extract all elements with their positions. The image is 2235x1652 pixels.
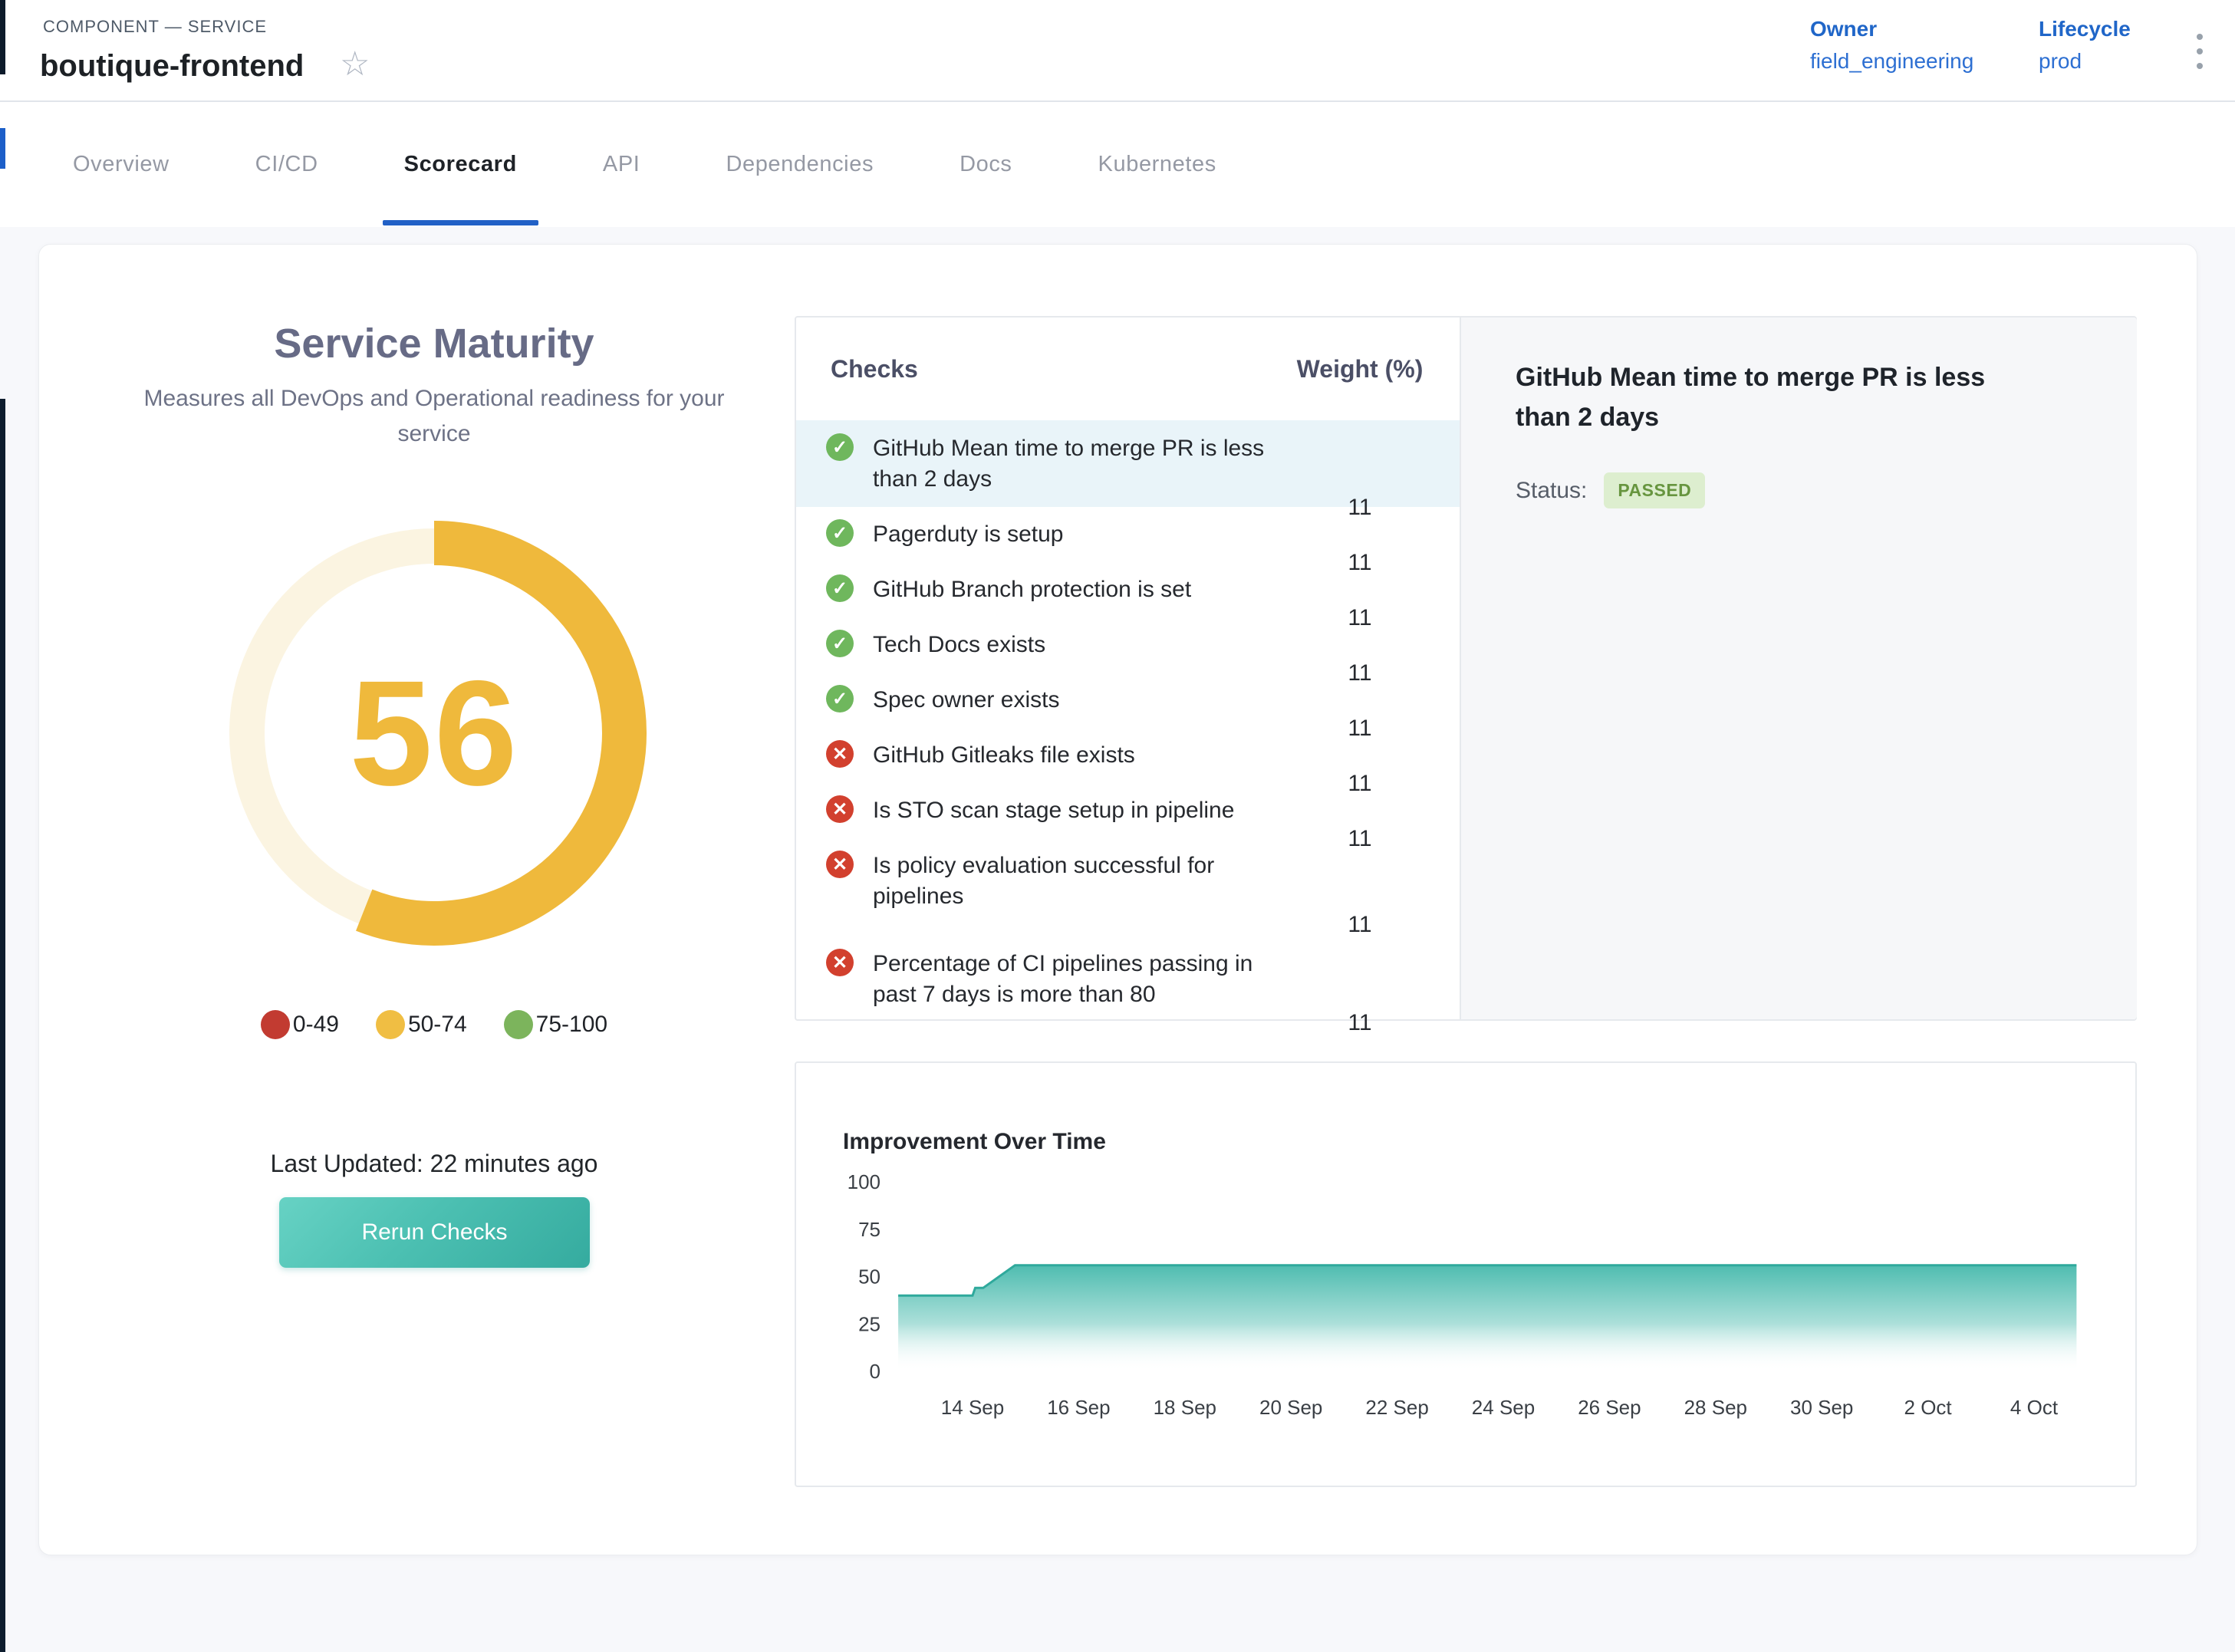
svg-text:30 Sep: 30 Sep (1790, 1396, 1853, 1419)
check-failed-icon: ✕ (826, 740, 854, 768)
score-donut-chart: 56 (196, 495, 672, 971)
legend-item: 75-100 (504, 1010, 607, 1039)
tab-kubernetes[interactable]: Kubernetes (1098, 102, 1216, 227)
check-passed-icon: ✓ (826, 630, 854, 657)
tab-ci-cd[interactable]: CI/CD (255, 102, 318, 227)
legend-dot-icon (376, 1010, 405, 1039)
svg-text:24 Sep: 24 Sep (1472, 1396, 1535, 1419)
svg-text:20 Sep: 20 Sep (1259, 1396, 1322, 1419)
check-name: GitHub Gitleaks file exists (873, 740, 1272, 771)
svg-text:22 Sep: 22 Sep (1365, 1396, 1428, 1419)
lifecycle-value: prod (2039, 49, 2131, 74)
check-row[interactable]: ✓ GitHub Mean time to merge PR is less th… (796, 420, 1460, 507)
tab-scorecard[interactable]: Scorecard (404, 102, 517, 227)
checks-list: ✓ GitHub Mean time to merge PR is less th… (796, 420, 1460, 1035)
check-name: GitHub Branch protection is set (873, 574, 1272, 605)
improvement-area-chart: 0 25 50 75 100 14 Sep 16 Sep 18 Sep 20 Sep 22 Sep… (796, 1063, 2138, 1489)
check-row[interactable]: ✓Pagerduty is setup11 (796, 507, 1460, 562)
check-row[interactable]: ✕ Is policy evaluation successful for pip… (796, 838, 1460, 936)
tab-dependencies[interactable]: Dependencies (726, 102, 874, 227)
checks-column-header: Checks (831, 355, 918, 383)
check-passed-icon: ✓ (826, 433, 854, 461)
legend-dot-icon (261, 1010, 290, 1039)
left-nav-edge-bottom (0, 399, 5, 1652)
legend-dot-icon (504, 1010, 533, 1039)
page-title: boutique-frontend (40, 49, 304, 84)
svg-text:16 Sep: 16 Sep (1047, 1396, 1110, 1419)
check-name: Spec owner exists (873, 685, 1272, 716)
check-row[interactable]: ✓Spec owner exists11 (796, 673, 1460, 728)
page-content: Service Maturity Measures all DevOps and… (0, 227, 2235, 1652)
lifecycle-block: Lifecycle prod (2039, 17, 2131, 74)
svg-text:14 Sep: 14 Sep (941, 1396, 1004, 1419)
check-detail-title: GitHub Mean time to merge PR is less tha… (1516, 357, 2014, 437)
check-name: GitHub Mean time to merge PR is less tha… (873, 433, 1272, 495)
check-name: Percentage of CI pipelines passing in pa… (873, 949, 1272, 1010)
check-failed-icon: ✕ (826, 949, 854, 976)
svg-text:2 Oct: 2 Oct (1904, 1396, 1953, 1419)
rerun-checks-button[interactable]: Rerun Checks (279, 1197, 590, 1268)
svg-text:75: 75 (858, 1218, 881, 1241)
check-failed-icon: ✕ (826, 851, 854, 878)
owner-value-link[interactable]: field_engineering (1810, 49, 1973, 74)
breadcrumb: COMPONENT — SERVICE (43, 17, 267, 37)
tab-docs[interactable]: Docs (960, 102, 1012, 227)
svg-text:26 Sep: 26 Sep (1578, 1396, 1641, 1419)
check-row[interactable]: ✕GitHub Gitleaks file exists11 (796, 728, 1460, 783)
check-weight: 11 (1275, 912, 1444, 938)
svg-text:0: 0 (870, 1360, 881, 1383)
last-updated-text: Last Updated: 22 minutes ago (97, 1150, 772, 1178)
check-failed-icon: ✕ (826, 795, 854, 823)
tab-api[interactable]: API (603, 102, 640, 227)
svg-text:100: 100 (848, 1170, 881, 1193)
check-passed-icon: ✓ (826, 574, 854, 602)
check-row[interactable]: ✓Tech Docs exists11 (796, 617, 1460, 673)
check-name: Tech Docs exists (873, 630, 1272, 660)
improvement-chart-panel: Improvement Over Time 025507510014 Sep16… (795, 1061, 2137, 1487)
weight-column-header: Weight (%) (1275, 355, 1444, 383)
check-row[interactable]: ✕ Percentage of CI pipelines passing in p… (796, 936, 1460, 1035)
kebab-menu-icon[interactable] (2184, 25, 2215, 78)
score-value: 56 (196, 495, 672, 971)
check-name: Is STO scan stage setup in pipeline (873, 795, 1272, 826)
status-label: Status: (1516, 478, 1587, 504)
legend-item: 0-49 (261, 1010, 339, 1039)
star-icon[interactable]: ☆ (340, 48, 370, 81)
checks-panel: Checks Weight (%) ✓ GitHub Mean time to m… (795, 316, 2137, 1021)
check-name: Pagerduty is setup (873, 519, 1272, 550)
check-passed-icon: ✓ (826, 519, 854, 547)
check-name: Is policy evaluation successful for pipe… (873, 851, 1272, 912)
owner-label: Owner (1810, 17, 1973, 41)
tab-bar: Overview CI/CD Scorecard API Dependencies Doc… (0, 102, 2235, 227)
scorecard-card: Service Maturity Measures all DevOps and… (38, 244, 2197, 1555)
score-legend: 0-49 50-74 75-100 (97, 1010, 772, 1039)
svg-text:4 Oct: 4 Oct (2010, 1396, 2059, 1419)
check-status-row: Status: PASSED (1516, 472, 1705, 508)
status-badge: PASSED (1604, 472, 1705, 508)
scorecard-subtitle: Measures all DevOps and Operational read… (112, 381, 756, 452)
check-row[interactable]: ✓GitHub Branch protection is set11 (796, 562, 1460, 617)
legend-item: 50-74 (376, 1010, 467, 1039)
owner-block: Owner field_engineering (1810, 17, 1973, 74)
legend-label: 0-49 (293, 1012, 339, 1038)
svg-text:50: 50 (858, 1265, 881, 1288)
check-row[interactable]: ✕Is STO scan stage setup in pipeline11 (796, 783, 1460, 838)
svg-text:18 Sep: 18 Sep (1154, 1396, 1216, 1419)
tab-overview[interactable]: Overview (73, 102, 170, 227)
check-passed-icon: ✓ (826, 685, 854, 712)
left-nav-active-indicator (0, 128, 5, 169)
svg-text:25: 25 (858, 1312, 881, 1335)
check-weight: 11 (1275, 1010, 1444, 1036)
check-detail-panel: GitHub Mean time to merge PR is less tha… (1460, 318, 2137, 1019)
checks-table-header: Checks Weight (%) (796, 318, 1460, 420)
legend-label: 50-74 (408, 1012, 467, 1038)
scorecard-title: Service Maturity (97, 320, 772, 367)
legend-label: 75-100 (536, 1012, 607, 1038)
left-nav-edge-top (0, 0, 5, 74)
lifecycle-label: Lifecycle (2039, 17, 2131, 41)
svg-text:28 Sep: 28 Sep (1684, 1396, 1747, 1419)
page-header: COMPONENT — SERVICE boutique-frontend ☆ … (0, 0, 2235, 102)
